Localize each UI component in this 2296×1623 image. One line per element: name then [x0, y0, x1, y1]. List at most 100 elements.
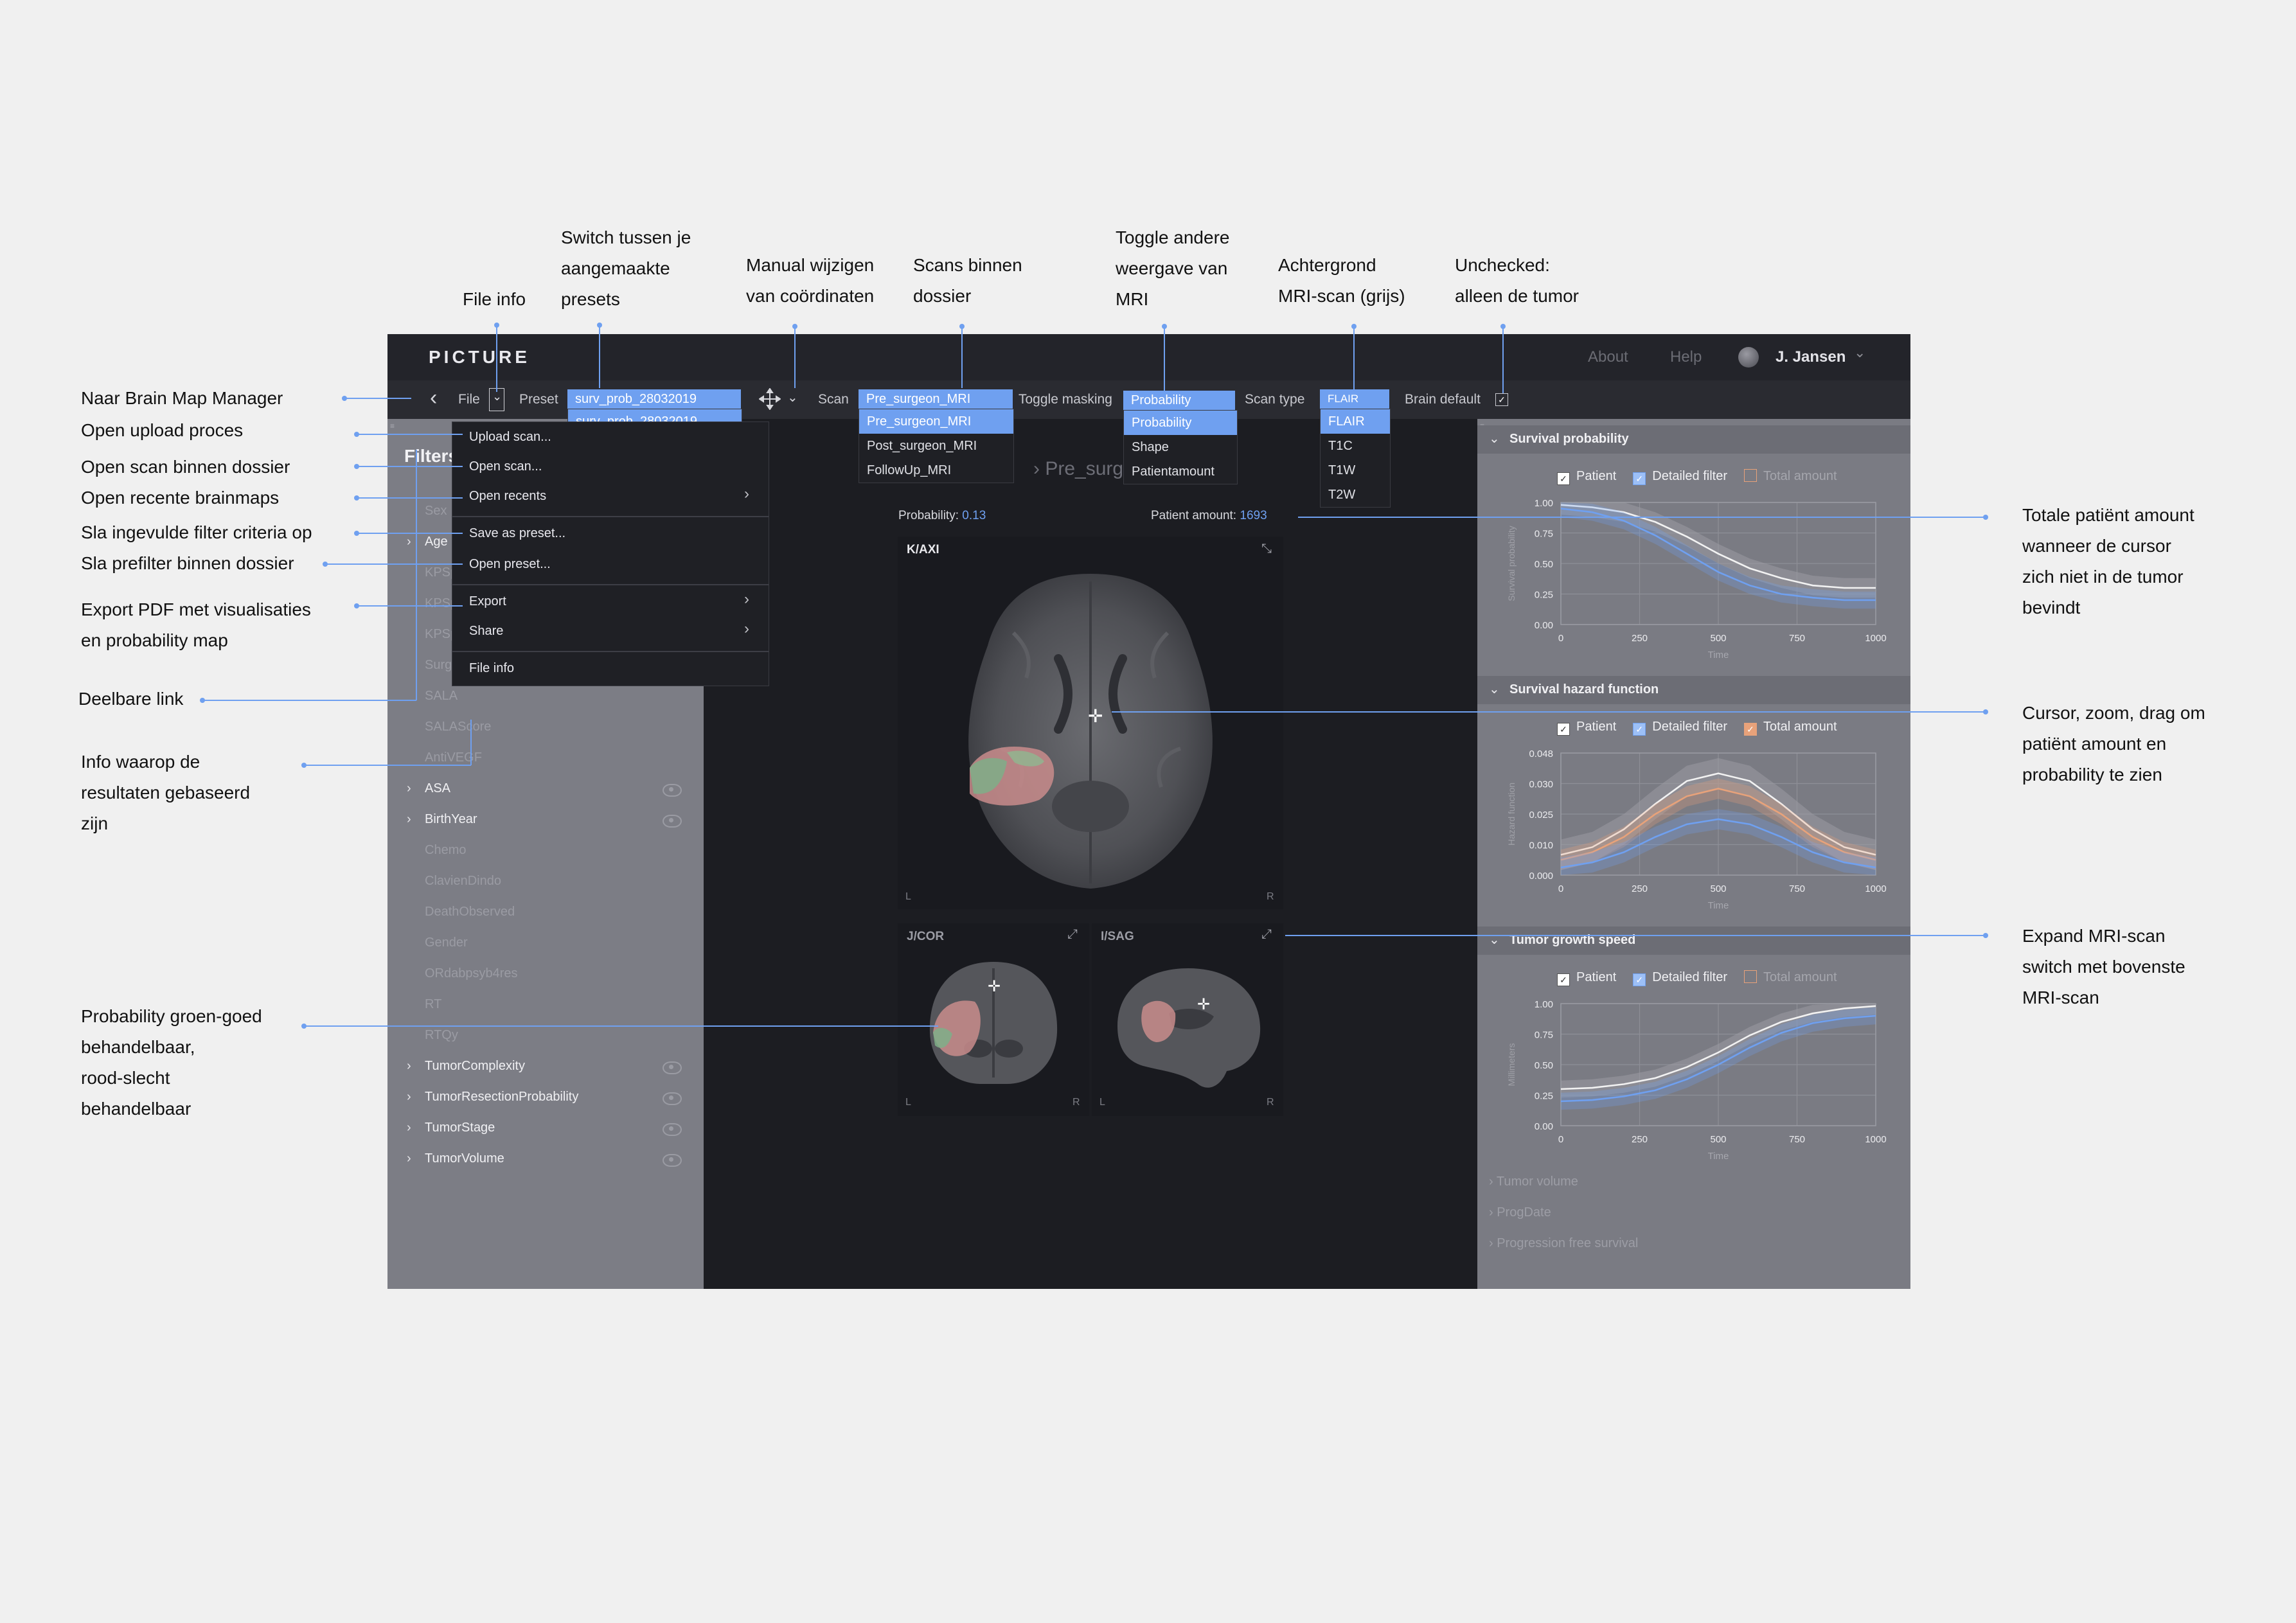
menu-save-preset[interactable]: Save as preset... [469, 526, 565, 541]
chart-plot[interactable]: 0.00 0.25 0.50 0.75 1.00 0 250 500 750 1000 Time Su… [1477, 490, 1910, 676]
filter-item-label: BirthYear [425, 812, 477, 826]
x-tick-label: 1000 [1865, 883, 1886, 894]
menu-file-info[interactable]: File info [469, 661, 514, 676]
scan-option[interactable]: FollowUp_MRI [859, 458, 1013, 483]
filter-item[interactable]: SALA [407, 689, 458, 704]
legend-item-patient[interactable]: ✓ Patient [1557, 469, 1616, 485]
filter-item[interactable]: ORdabpsyb4res [407, 966, 518, 981]
move-coordinates-icon[interactable] [758, 387, 781, 414]
filter-item[interactable]: › TumorComplexity [407, 1059, 525, 1074]
right-marker: R [1267, 891, 1274, 902]
chart-section-header[interactable]: ⌄ Tumor growth speed [1477, 927, 1910, 955]
masking-option[interactable]: Shape [1124, 435, 1237, 459]
collapse-handle-icon[interactable]: ≡ [390, 421, 395, 430]
filter-item[interactable]: RT [407, 997, 441, 1012]
mri-coronal-view[interactable]: J/COR ⤢ ✛ L R [898, 923, 1089, 1116]
scan-option[interactable]: Pre_surgeon_MRI [859, 409, 1013, 434]
mri-axial-view[interactable]: K/AXI ⤡ ✛ L R [898, 537, 1283, 909]
filter-item-label: TumorComplexity [425, 1059, 525, 1073]
chevron-right-icon: › [407, 1121, 411, 1135]
back-button[interactable]: ‹ [430, 386, 437, 411]
chart-section-header[interactable]: ⌄ Survival hazard function [1477, 676, 1910, 704]
menu-share[interactable]: Share [469, 624, 503, 639]
annotation-dot [354, 432, 359, 437]
left-marker: L [1099, 1097, 1105, 1108]
filter-item[interactable]: › TumorVolume [407, 1151, 504, 1166]
eye-off-icon[interactable] [663, 784, 682, 797]
filter-item[interactable]: AntiVEGF [407, 750, 482, 765]
collapsed-section-pfs[interactable]: › Progression free survival [1489, 1236, 1638, 1251]
legend-item-detailed[interactable]: ✓ Detailed filter [1633, 970, 1727, 986]
scan-type-option[interactable]: T1C [1321, 434, 1390, 458]
scan-type-option[interactable]: T1W [1321, 458, 1390, 483]
file-menu-button[interactable]: File [458, 392, 480, 407]
filter-item-label: AntiVEGF [425, 750, 482, 765]
menu-upload-scan[interactable]: Upload scan... [469, 430, 551, 445]
top-bar: PICTURE About Help J. Jansen ⌄ [387, 334, 1910, 380]
filter-item[interactable]: › Age [407, 535, 448, 549]
crosshair-cursor-icon[interactable]: ✛ [988, 977, 1001, 996]
x-tick-label: 750 [1789, 633, 1805, 644]
mri-sagittal-view[interactable]: I/SAG ⤢ ✛ L R [1092, 923, 1283, 1116]
scan-type-dropdown: FLAIR T1C T1W T2W [1320, 409, 1391, 508]
eye-icon[interactable] [663, 1154, 682, 1167]
filter-item[interactable]: › TumorResectionProbability [407, 1090, 578, 1104]
legend-item-total[interactable]: Total amount [1743, 469, 1837, 484]
eye-icon[interactable] [663, 1061, 682, 1074]
filter-item[interactable]: Gender [407, 936, 468, 950]
filter-item[interactable]: RTQy [407, 1028, 458, 1043]
legend-item-detailed[interactable]: ✓ Detailed filter [1633, 720, 1727, 736]
filter-item[interactable]: Sex [407, 504, 447, 519]
user-name[interactable]: J. Jansen [1775, 348, 1846, 366]
note-share: Deelbare link [78, 689, 184, 709]
filter-item[interactable]: › ASA [407, 781, 450, 796]
legend-item-patient[interactable]: ✓ Patient [1557, 720, 1616, 736]
brain-default-checkbox[interactable]: ✓ [1495, 393, 1508, 406]
menu-open-scan[interactable]: Open scan... [469, 459, 542, 474]
eye-icon[interactable] [663, 1123, 682, 1136]
filter-item[interactable]: › TumorStage [407, 1121, 495, 1135]
eye-icon[interactable] [663, 1092, 682, 1105]
chevron-down-icon[interactable]: ⌄ [1854, 344, 1865, 361]
collapsed-section-tumor-volume[interactable]: › Tumor volume [1489, 1175, 1578, 1189]
scan-type-selected[interactable]: FLAIR [1320, 389, 1389, 409]
checkbox-icon: ✓ [1743, 723, 1757, 736]
legend-item-total[interactable]: ✓ Total amount [1743, 720, 1837, 736]
x-tick-label: 500 [1710, 1134, 1726, 1145]
masking-option[interactable]: Patientamount [1124, 459, 1237, 484]
scan-type-option[interactable]: T2W [1321, 483, 1390, 507]
chart-plot[interactable]: 0.000 0.010 0.025 0.030 0.048 0 250 500 750 1000 T… [1477, 740, 1910, 927]
collapsed-section-progdate[interactable]: › ProgDate [1489, 1205, 1551, 1220]
eye-icon[interactable] [663, 815, 682, 828]
crosshair-cursor-icon[interactable]: ✛ [1088, 705, 1103, 727]
annotation-dot [354, 495, 359, 501]
crosshair-cursor-icon[interactable]: ✛ [1197, 995, 1210, 1014]
legend-item-total[interactable]: Total amount [1743, 970, 1837, 985]
filter-item[interactable]: ClavienDindo [407, 874, 501, 889]
chart-plot[interactable]: 0.00 0.25 0.50 0.75 1.00 0 250 500 750 1000 Time Mi… [1477, 991, 1910, 1177]
probability-label: Probability: [898, 509, 959, 522]
chart-section-header[interactable]: ⌄ Survival probability [1477, 425, 1910, 454]
menu-open-preset[interactable]: Open preset... [469, 557, 551, 572]
nav-help[interactable]: Help [1670, 348, 1702, 366]
filter-item[interactable]: Chemo [407, 843, 466, 858]
filter-item[interactable]: SALAScore [407, 720, 491, 734]
chevron-down-icon[interactable]: ⌄ [787, 389, 798, 405]
scan-option[interactable]: Post_surgeon_MRI [859, 434, 1013, 458]
avatar[interactable] [1738, 347, 1759, 368]
scan-type-option[interactable]: FLAIR [1321, 409, 1390, 434]
filter-item[interactable]: DeathObserved [407, 905, 515, 919]
masking-selected[interactable]: Probability [1123, 391, 1235, 410]
filter-item[interactable]: › BirthYear [407, 812, 477, 827]
nav-about[interactable]: About [1588, 348, 1628, 366]
masking-option[interactable]: Probability [1124, 411, 1237, 435]
x-tick-label: 250 [1632, 1134, 1648, 1145]
legend-item-detailed[interactable]: ✓ Detailed filter [1633, 469, 1727, 485]
legend-item-patient[interactable]: ✓ Patient [1557, 970, 1616, 986]
menu-open-recents[interactable]: Open recents [469, 489, 546, 504]
file-dropdown-toggle[interactable]: ⌄ [489, 388, 504, 411]
menu-export[interactable]: Export [469, 594, 506, 609]
scan-selected[interactable]: Pre_surgeon_MRI [859, 389, 1013, 409]
x-tick-label: 750 [1789, 1134, 1805, 1145]
preset-selected[interactable]: surv_prob_28032019 [567, 389, 741, 409]
